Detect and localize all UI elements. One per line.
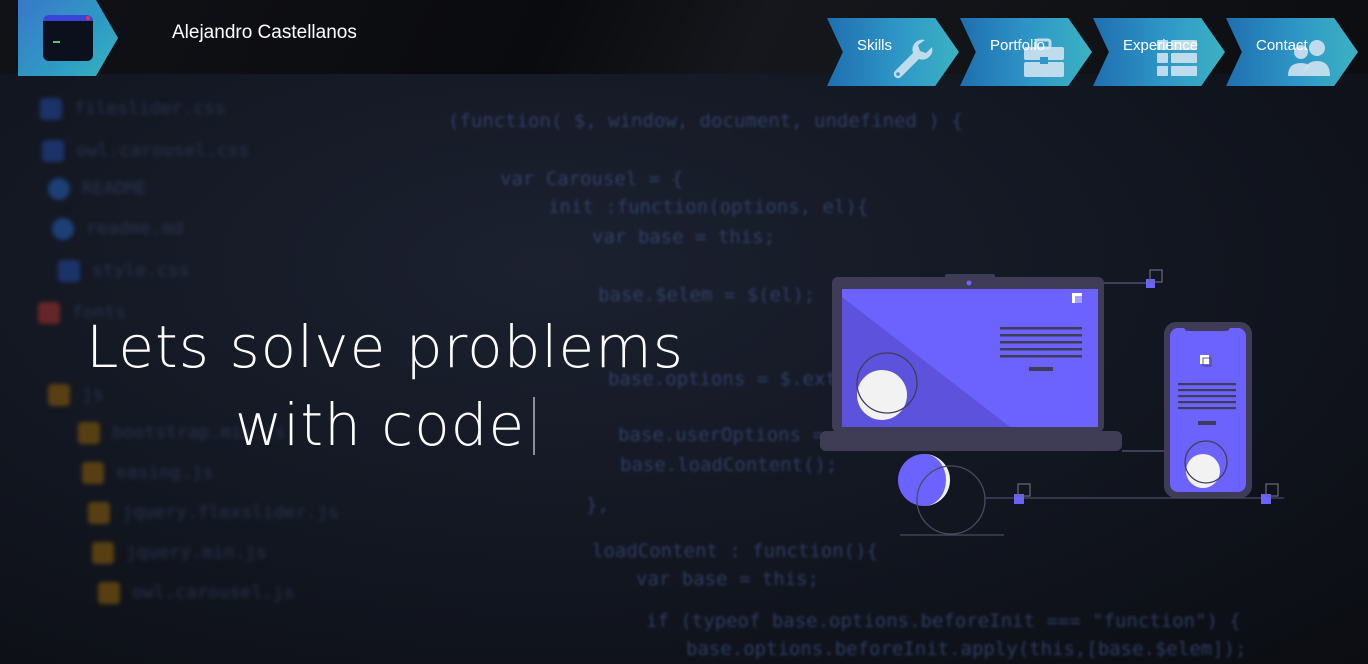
file-tree-item: easing.js xyxy=(82,462,214,484)
nav-experience[interactable]: Experience xyxy=(1093,18,1225,86)
hero-line-1: Lets solve problems xyxy=(86,313,684,381)
code-line: if (typeof base.options.beforeInit === "… xyxy=(646,610,1241,632)
hero-line-2: with code xyxy=(234,391,526,459)
file-tree-item: jquery.flexslider.js xyxy=(88,502,339,524)
wrench-icon xyxy=(893,39,933,79)
code-line: base.$elem = $(el); xyxy=(598,284,816,306)
typing-caret xyxy=(533,397,536,455)
file-tree-item: fileslider.css xyxy=(40,98,226,120)
file-tree-item: jquery.min.js xyxy=(92,542,267,564)
code-line: base.options.beforeInit.apply(this,[base… xyxy=(686,638,1247,660)
file-tree-item: README xyxy=(48,178,147,200)
nav-portfolio[interactable]: Portfolio xyxy=(960,18,1092,86)
file-tree-item: style.css xyxy=(58,260,190,282)
devices-illustration xyxy=(820,269,1284,536)
terminal-icon xyxy=(43,15,93,61)
nav-skills[interactable]: Skills xyxy=(827,18,959,86)
code-line: }, xyxy=(586,494,609,516)
code-line: init :function(options, el){ xyxy=(548,196,869,218)
nav-contact[interactable]: Contact xyxy=(1226,18,1358,86)
hero-line-2-wrap: with code xyxy=(40,386,730,464)
code-line: var base = this; xyxy=(636,568,820,590)
code-line: (function( $, window, document, undefine… xyxy=(448,110,963,132)
file-tree-item: owl.carousel.js xyxy=(98,582,295,604)
file-tree-item: owl.carousel.css xyxy=(42,140,249,162)
nav-label: Portfolio xyxy=(990,37,1046,54)
code-line: var Carousel = { xyxy=(500,168,684,190)
nav-label: Experience xyxy=(1123,37,1199,54)
site-name: Alejandro Castellanos xyxy=(172,22,357,43)
nav-label: Skills xyxy=(857,37,893,54)
nav-label: Contact xyxy=(1256,37,1308,54)
file-tree-item: readme.md xyxy=(52,218,184,240)
code-line: var base = this; xyxy=(592,226,776,248)
hero-title: Lets solve problems with code xyxy=(40,308,730,464)
laptop-base xyxy=(820,431,1122,451)
